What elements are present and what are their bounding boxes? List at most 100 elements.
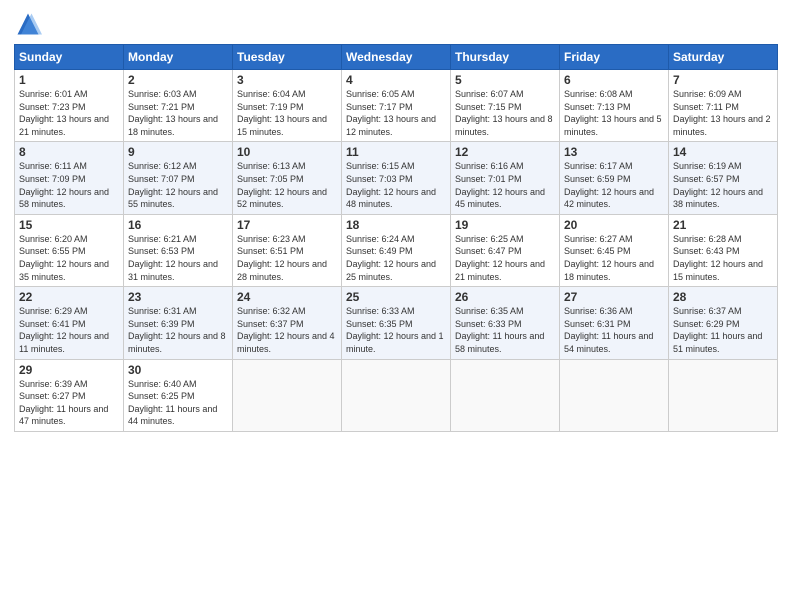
day-number: 12 <box>455 145 555 159</box>
day-number: 16 <box>128 218 228 232</box>
calendar-day-cell: 29 Sunrise: 6:39 AMSunset: 6:27 PMDaylig… <box>15 359 124 431</box>
day-detail: Sunrise: 6:07 AMSunset: 7:15 PMDaylight:… <box>455 89 553 137</box>
logo <box>14 10 46 38</box>
day-number: 23 <box>128 290 228 304</box>
day-number: 7 <box>673 73 773 87</box>
day-number: 19 <box>455 218 555 232</box>
day-number: 24 <box>237 290 337 304</box>
calendar-day-cell <box>451 359 560 431</box>
calendar-day-cell: 25 Sunrise: 6:33 AMSunset: 6:35 PMDaylig… <box>342 287 451 359</box>
calendar-day-cell: 3 Sunrise: 6:04 AMSunset: 7:19 PMDayligh… <box>233 70 342 142</box>
calendar-day-cell: 27 Sunrise: 6:36 AMSunset: 6:31 PMDaylig… <box>560 287 669 359</box>
col-header-friday: Friday <box>560 45 669 70</box>
calendar-day-cell: 6 Sunrise: 6:08 AMSunset: 7:13 PMDayligh… <box>560 70 669 142</box>
calendar-day-cell: 13 Sunrise: 6:17 AMSunset: 6:59 PMDaylig… <box>560 142 669 214</box>
day-detail: Sunrise: 6:36 AMSunset: 6:31 PMDaylight:… <box>564 306 653 354</box>
day-detail: Sunrise: 6:37 AMSunset: 6:29 PMDaylight:… <box>673 306 762 354</box>
calendar-day-cell: 7 Sunrise: 6:09 AMSunset: 7:11 PMDayligh… <box>669 70 778 142</box>
day-detail: Sunrise: 6:35 AMSunset: 6:33 PMDaylight:… <box>455 306 544 354</box>
calendar-day-cell: 2 Sunrise: 6:03 AMSunset: 7:21 PMDayligh… <box>124 70 233 142</box>
day-number: 3 <box>237 73 337 87</box>
calendar-week-row: 22 Sunrise: 6:29 AMSunset: 6:41 PMDaylig… <box>15 287 778 359</box>
logo-icon <box>14 10 42 38</box>
day-detail: Sunrise: 6:11 AMSunset: 7:09 PMDaylight:… <box>19 161 109 209</box>
calendar-day-cell: 8 Sunrise: 6:11 AMSunset: 7:09 PMDayligh… <box>15 142 124 214</box>
calendar-day-cell: 12 Sunrise: 6:16 AMSunset: 7:01 PMDaylig… <box>451 142 560 214</box>
day-detail: Sunrise: 6:28 AMSunset: 6:43 PMDaylight:… <box>673 234 763 282</box>
calendar-day-cell: 14 Sunrise: 6:19 AMSunset: 6:57 PMDaylig… <box>669 142 778 214</box>
col-header-sunday: Sunday <box>15 45 124 70</box>
day-detail: Sunrise: 6:39 AMSunset: 6:27 PMDaylight:… <box>19 379 108 427</box>
col-header-saturday: Saturday <box>669 45 778 70</box>
calendar-day-cell <box>233 359 342 431</box>
col-header-monday: Monday <box>124 45 233 70</box>
day-detail: Sunrise: 6:33 AMSunset: 6:35 PMDaylight:… <box>346 306 444 354</box>
calendar-day-cell: 22 Sunrise: 6:29 AMSunset: 6:41 PMDaylig… <box>15 287 124 359</box>
calendar-day-cell: 21 Sunrise: 6:28 AMSunset: 6:43 PMDaylig… <box>669 214 778 286</box>
day-detail: Sunrise: 6:32 AMSunset: 6:37 PMDaylight:… <box>237 306 335 354</box>
calendar-day-cell <box>669 359 778 431</box>
day-number: 21 <box>673 218 773 232</box>
calendar-week-row: 29 Sunrise: 6:39 AMSunset: 6:27 PMDaylig… <box>15 359 778 431</box>
day-detail: Sunrise: 6:15 AMSunset: 7:03 PMDaylight:… <box>346 161 436 209</box>
calendar-day-cell: 5 Sunrise: 6:07 AMSunset: 7:15 PMDayligh… <box>451 70 560 142</box>
day-number: 11 <box>346 145 446 159</box>
day-detail: Sunrise: 6:12 AMSunset: 7:07 PMDaylight:… <box>128 161 218 209</box>
calendar-day-cell: 15 Sunrise: 6:20 AMSunset: 6:55 PMDaylig… <box>15 214 124 286</box>
col-header-thursday: Thursday <box>451 45 560 70</box>
day-number: 26 <box>455 290 555 304</box>
calendar-day-cell: 20 Sunrise: 6:27 AMSunset: 6:45 PMDaylig… <box>560 214 669 286</box>
calendar-day-cell: 23 Sunrise: 6:31 AMSunset: 6:39 PMDaylig… <box>124 287 233 359</box>
header <box>14 10 778 38</box>
day-detail: Sunrise: 6:40 AMSunset: 6:25 PMDaylight:… <box>128 379 217 427</box>
day-number: 30 <box>128 363 228 377</box>
calendar-day-cell: 4 Sunrise: 6:05 AMSunset: 7:17 PMDayligh… <box>342 70 451 142</box>
day-detail: Sunrise: 6:24 AMSunset: 6:49 PMDaylight:… <box>346 234 436 282</box>
day-number: 14 <box>673 145 773 159</box>
day-number: 27 <box>564 290 664 304</box>
calendar-table: SundayMondayTuesdayWednesdayThursdayFrid… <box>14 44 778 432</box>
calendar-day-cell: 26 Sunrise: 6:35 AMSunset: 6:33 PMDaylig… <box>451 287 560 359</box>
day-number: 25 <box>346 290 446 304</box>
day-detail: Sunrise: 6:16 AMSunset: 7:01 PMDaylight:… <box>455 161 545 209</box>
day-detail: Sunrise: 6:01 AMSunset: 7:23 PMDaylight:… <box>19 89 109 137</box>
day-detail: Sunrise: 6:21 AMSunset: 6:53 PMDaylight:… <box>128 234 218 282</box>
day-number: 15 <box>19 218 119 232</box>
calendar-week-row: 15 Sunrise: 6:20 AMSunset: 6:55 PMDaylig… <box>15 214 778 286</box>
day-detail: Sunrise: 6:25 AMSunset: 6:47 PMDaylight:… <box>455 234 545 282</box>
day-number: 10 <box>237 145 337 159</box>
day-number: 9 <box>128 145 228 159</box>
calendar-day-cell: 24 Sunrise: 6:32 AMSunset: 6:37 PMDaylig… <box>233 287 342 359</box>
calendar-day-cell: 11 Sunrise: 6:15 AMSunset: 7:03 PMDaylig… <box>342 142 451 214</box>
day-number: 18 <box>346 218 446 232</box>
calendar-day-cell: 18 Sunrise: 6:24 AMSunset: 6:49 PMDaylig… <box>342 214 451 286</box>
calendar-day-cell: 19 Sunrise: 6:25 AMSunset: 6:47 PMDaylig… <box>451 214 560 286</box>
page-container: SundayMondayTuesdayWednesdayThursdayFrid… <box>0 0 792 438</box>
calendar-day-cell: 9 Sunrise: 6:12 AMSunset: 7:07 PMDayligh… <box>124 142 233 214</box>
day-number: 20 <box>564 218 664 232</box>
calendar-week-row: 8 Sunrise: 6:11 AMSunset: 7:09 PMDayligh… <box>15 142 778 214</box>
day-number: 13 <box>564 145 664 159</box>
day-detail: Sunrise: 6:20 AMSunset: 6:55 PMDaylight:… <box>19 234 109 282</box>
calendar-header-row: SundayMondayTuesdayWednesdayThursdayFrid… <box>15 45 778 70</box>
calendar-day-cell: 16 Sunrise: 6:21 AMSunset: 6:53 PMDaylig… <box>124 214 233 286</box>
day-number: 2 <box>128 73 228 87</box>
day-number: 17 <box>237 218 337 232</box>
day-detail: Sunrise: 6:23 AMSunset: 6:51 PMDaylight:… <box>237 234 327 282</box>
calendar-day-cell <box>342 359 451 431</box>
calendar-day-cell: 17 Sunrise: 6:23 AMSunset: 6:51 PMDaylig… <box>233 214 342 286</box>
day-detail: Sunrise: 6:13 AMSunset: 7:05 PMDaylight:… <box>237 161 327 209</box>
col-header-tuesday: Tuesday <box>233 45 342 70</box>
calendar-day-cell <box>560 359 669 431</box>
day-detail: Sunrise: 6:04 AMSunset: 7:19 PMDaylight:… <box>237 89 327 137</box>
day-number: 1 <box>19 73 119 87</box>
day-number: 4 <box>346 73 446 87</box>
day-detail: Sunrise: 6:03 AMSunset: 7:21 PMDaylight:… <box>128 89 218 137</box>
calendar-day-cell: 1 Sunrise: 6:01 AMSunset: 7:23 PMDayligh… <box>15 70 124 142</box>
col-header-wednesday: Wednesday <box>342 45 451 70</box>
day-detail: Sunrise: 6:31 AMSunset: 6:39 PMDaylight:… <box>128 306 226 354</box>
calendar-day-cell: 10 Sunrise: 6:13 AMSunset: 7:05 PMDaylig… <box>233 142 342 214</box>
day-detail: Sunrise: 6:27 AMSunset: 6:45 PMDaylight:… <box>564 234 654 282</box>
day-detail: Sunrise: 6:29 AMSunset: 6:41 PMDaylight:… <box>19 306 109 354</box>
calendar-week-row: 1 Sunrise: 6:01 AMSunset: 7:23 PMDayligh… <box>15 70 778 142</box>
